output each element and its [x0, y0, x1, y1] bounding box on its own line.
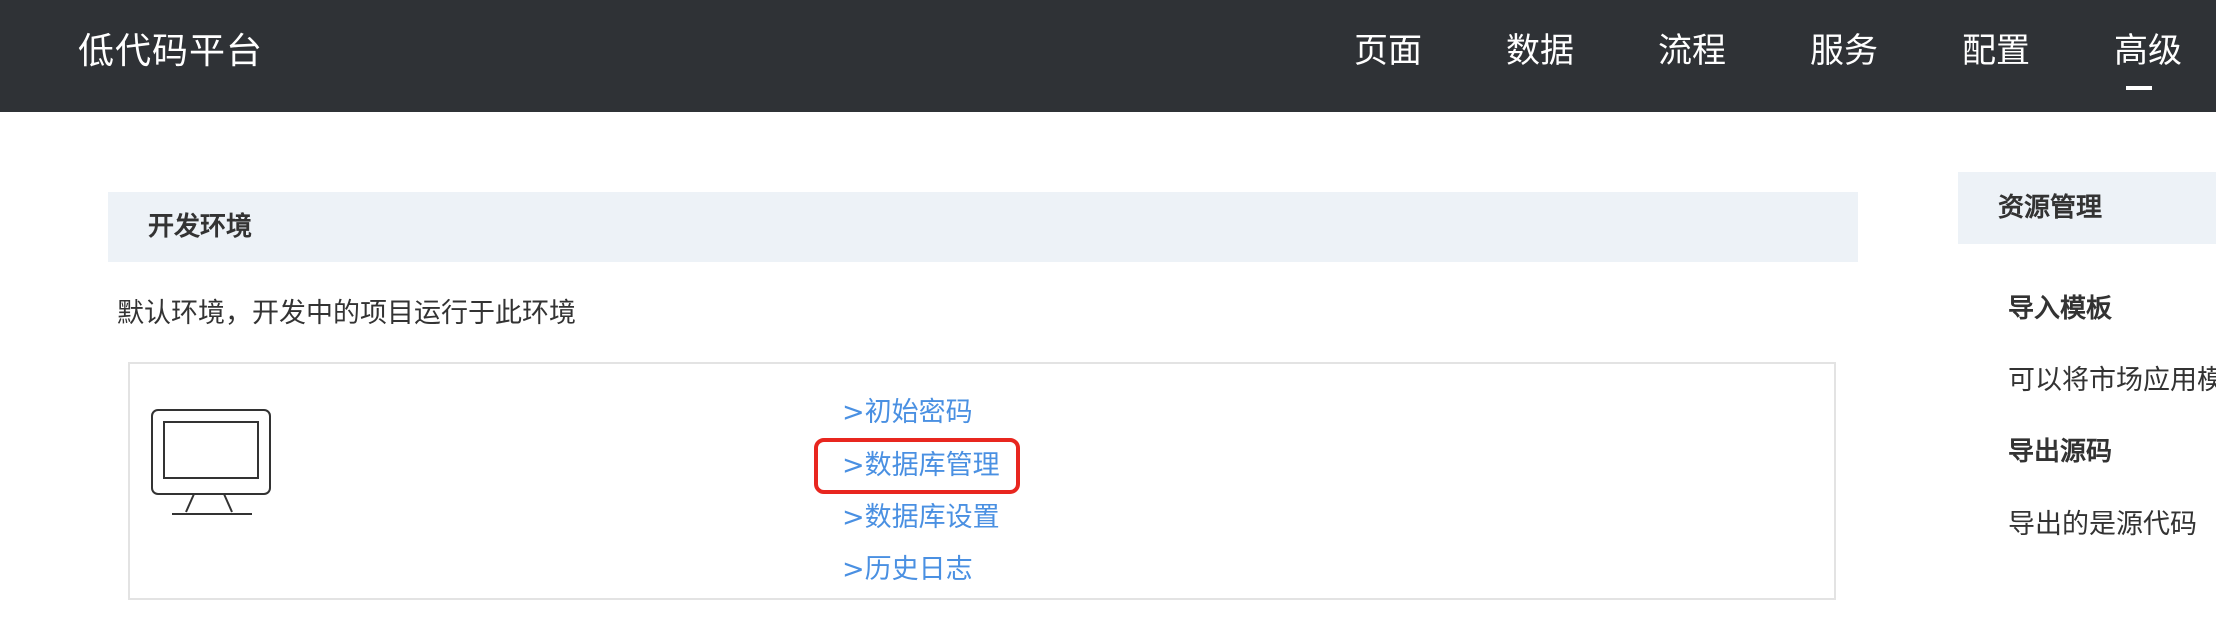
link-history-log[interactable]: >历史日志 [842, 551, 973, 589]
nav-item-label: 配置 [1962, 31, 2030, 71]
section-title: 开发环境 [148, 212, 253, 242]
nav-item-label: 服务 [1810, 31, 1878, 71]
active-nav-indicator [2126, 86, 2152, 90]
environment-card: >初始密码 >数据库管理 >数据库设置 >历史日志 [128, 362, 1836, 600]
monitor-icon [151, 409, 271, 515]
nav-item-data[interactable]: 数据 [1506, 26, 1574, 82]
nav-item-config[interactable]: 配置 [1962, 26, 2030, 82]
nav-item-services[interactable]: 服务 [1810, 26, 1878, 82]
nav-item-label: 高级 [2114, 31, 2182, 71]
export-source-description: 导出的是源代码 [2008, 509, 2197, 540]
environment-description: 默认环境，开发中的项目运行于此环境 [117, 298, 576, 329]
import-template-heading[interactable]: 导入模板 [2008, 290, 2112, 328]
platform-logo-title[interactable]: 低代码平台 [78, 28, 263, 76]
link-database-settings[interactable]: >数据库设置 [842, 499, 1000, 537]
nav-item-label: 流程 [1658, 31, 1726, 71]
nav-item-advanced[interactable]: 高级 [2114, 26, 2182, 90]
highlight-box [814, 438, 1020, 494]
nav-item-pages[interactable]: 页面 [1354, 26, 1422, 82]
nav-item-label: 数据 [1506, 31, 1574, 71]
top-navigation-bar: 低代码平台 页面 数据 流程 服务 配置 高级 [0, 0, 2216, 112]
export-source-heading[interactable]: 导出源码 [2008, 433, 2112, 471]
dev-environment-header: 开发环境 [108, 192, 1858, 262]
import-template-description: 可以将市场应用模 [2008, 365, 2216, 396]
nav-item-flow[interactable]: 流程 [1658, 26, 1726, 82]
resource-management-header: 资源管理 [1958, 172, 2216, 244]
sidebar-title: 资源管理 [1998, 193, 2103, 223]
nav-item-label: 页面 [1354, 31, 1422, 71]
link-initial-password[interactable]: >初始密码 [842, 394, 973, 432]
